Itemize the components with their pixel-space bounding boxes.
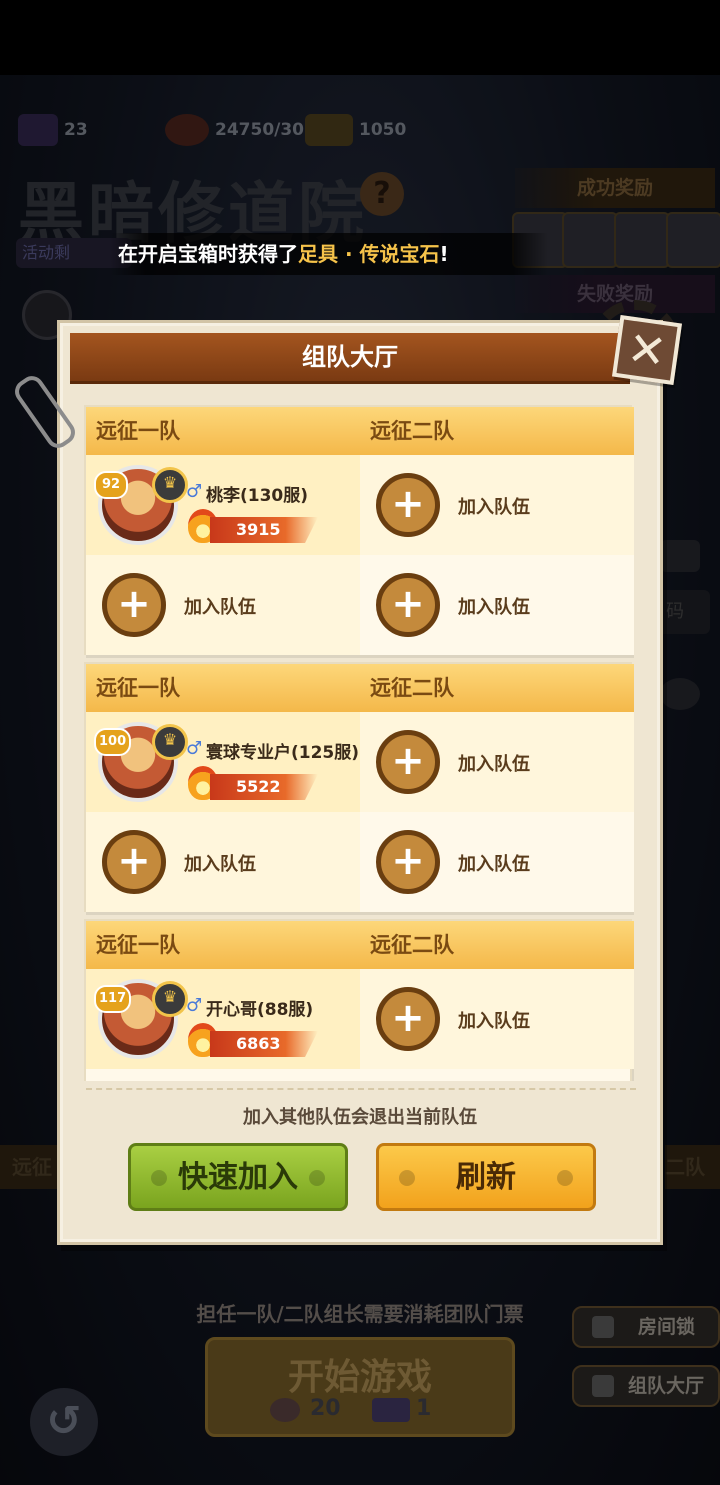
room-lock-label: 房间锁	[638, 1316, 696, 1338]
team1-join-slot[interactable]: + 加入队伍	[86, 812, 360, 912]
room-card: 远征一队 远征二队 100 ♛ ♂ 寰球专业户(125服) 5522 + 加入队…	[84, 662, 634, 912]
back-button[interactable]: ↺	[30, 1388, 98, 1456]
male-icon: ♂	[186, 481, 203, 502]
crown-icon: ♛	[152, 724, 188, 760]
ticket-cost: 1	[416, 1396, 432, 1421]
male-icon: ♂	[186, 995, 203, 1016]
team-hall-modal: 组队大厅 ✕ 远征一队 远征二队 92 ♛ ♂ 桃李(130服) 3915 + …	[10, 314, 683, 1245]
meat-icon	[270, 1398, 300, 1422]
stamina-cost: 20	[310, 1396, 341, 1421]
team1-leader-slot[interactable]: 92 ♛ ♂ 桃李(130服) 3915	[86, 455, 360, 555]
decor-dot	[309, 1170, 325, 1186]
team1-leader-slot[interactable]: 100 ♛ ♂ 寰球专业户(125服) 5522	[86, 712, 360, 812]
join-label: 加入队伍	[184, 597, 256, 618]
team2-join-slot[interactable]: + 加入队伍	[360, 969, 634, 1069]
team-hall-button[interactable]: 组队大厅	[572, 1365, 720, 1407]
plus-icon: +	[376, 473, 440, 537]
join-label: 加入队伍	[184, 854, 256, 875]
lock-icon	[592, 1316, 614, 1338]
player-power: 6863	[210, 1031, 318, 1057]
plus-icon: +	[376, 573, 440, 637]
decor-dot	[151, 1170, 167, 1186]
announcement-prefix: 在开启宝箱时获得了	[118, 242, 298, 266]
plus-icon: +	[376, 987, 440, 1051]
player-power: 5522	[210, 774, 318, 800]
join-label: 加入队伍	[458, 597, 530, 618]
team1-join-slot[interactable]: + 加入队伍	[86, 555, 360, 655]
team2-join-slot[interactable]: + 加入队伍	[360, 555, 634, 655]
join-label: 加入队伍	[458, 1011, 530, 1032]
player-power: 3915	[210, 517, 318, 543]
leave-team-notice: 加入其他队伍会退出当前队伍	[243, 1107, 477, 1128]
team2-header: 远征二队	[360, 407, 634, 455]
close-button[interactable]: ✕	[611, 314, 683, 386]
start-game-label: 开始游戏	[287, 1357, 432, 1398]
announcement-item: 足具 · 传说宝石	[298, 242, 440, 266]
announcement-banner: 在开启宝箱时获得了足具 · 传说宝石!	[110, 233, 548, 275]
decor-dot	[557, 1170, 573, 1186]
player-level: 100	[94, 728, 132, 756]
team-hall-label: 组队大厅	[628, 1375, 705, 1397]
team1-header: 远征一队	[86, 664, 360, 712]
player-name: 开心哥(88服)	[206, 1000, 314, 1020]
modal-title: 组队大厅	[70, 333, 630, 384]
room-lock-button[interactable]: 房间锁	[572, 1306, 720, 1348]
plus-icon: +	[376, 730, 440, 794]
join-label: 加入队伍	[458, 754, 530, 775]
player-name: 桃李(130服)	[206, 486, 309, 506]
status-bar	[0, 0, 720, 75]
team2-join-slot[interactable]: + 加入队伍	[360, 455, 634, 555]
male-icon: ♂	[186, 738, 203, 759]
plus-icon: +	[102, 573, 166, 637]
team2-join-slot[interactable]: + 加入队伍	[360, 712, 634, 812]
player-level: 92	[94, 471, 128, 499]
join-label: 加入队伍	[458, 497, 530, 518]
room-list[interactable]: 远征一队 远征二队 92 ♛ ♂ 桃李(130服) 3915 + 加入队伍 + …	[84, 405, 634, 1081]
ticket-icon	[372, 1398, 410, 1422]
team2-header: 远征二队	[360, 921, 634, 969]
group-icon	[592, 1375, 614, 1397]
divider	[86, 1088, 636, 1090]
refresh-label: 刷新	[456, 1160, 516, 1195]
announcement-suffix: !	[439, 242, 449, 266]
quick-join-label: 快速加入	[178, 1160, 298, 1195]
crown-icon: ♛	[152, 467, 188, 503]
team1-header: 远征一队	[86, 921, 360, 969]
team2-header: 远征二队	[360, 664, 634, 712]
room-card: 远征一队 远征二队 92 ♛ ♂ 桃李(130服) 3915 + 加入队伍 + …	[84, 405, 634, 655]
player-name: 寰球专业户(125服)	[206, 743, 360, 763]
team2-join-slot[interactable]: + 加入队伍	[360, 812, 634, 912]
team1-leader-slot[interactable]: 117 ♛ ♂ 开心哥(88服) 6863	[86, 969, 360, 1069]
refresh-button[interactable]: 刷新	[376, 1143, 596, 1211]
crown-icon: ♛	[152, 981, 188, 1017]
room-card: 远征一队 远征二队 117 ♛ ♂ 开心哥(88服) 6863 + 加入队伍	[84, 919, 634, 1081]
player-level: 117	[94, 985, 132, 1013]
team1-header: 远征一队	[86, 407, 360, 455]
plus-icon: +	[376, 830, 440, 894]
back-arrow-icon: ↺	[46, 1396, 82, 1445]
start-game-button[interactable]: 开始游戏 20 1	[205, 1337, 515, 1437]
plus-icon: +	[102, 830, 166, 894]
quick-join-button[interactable]: 快速加入	[128, 1143, 348, 1211]
close-icon: ✕	[624, 320, 670, 380]
decor-dot	[399, 1170, 415, 1186]
join-label: 加入队伍	[458, 854, 530, 875]
